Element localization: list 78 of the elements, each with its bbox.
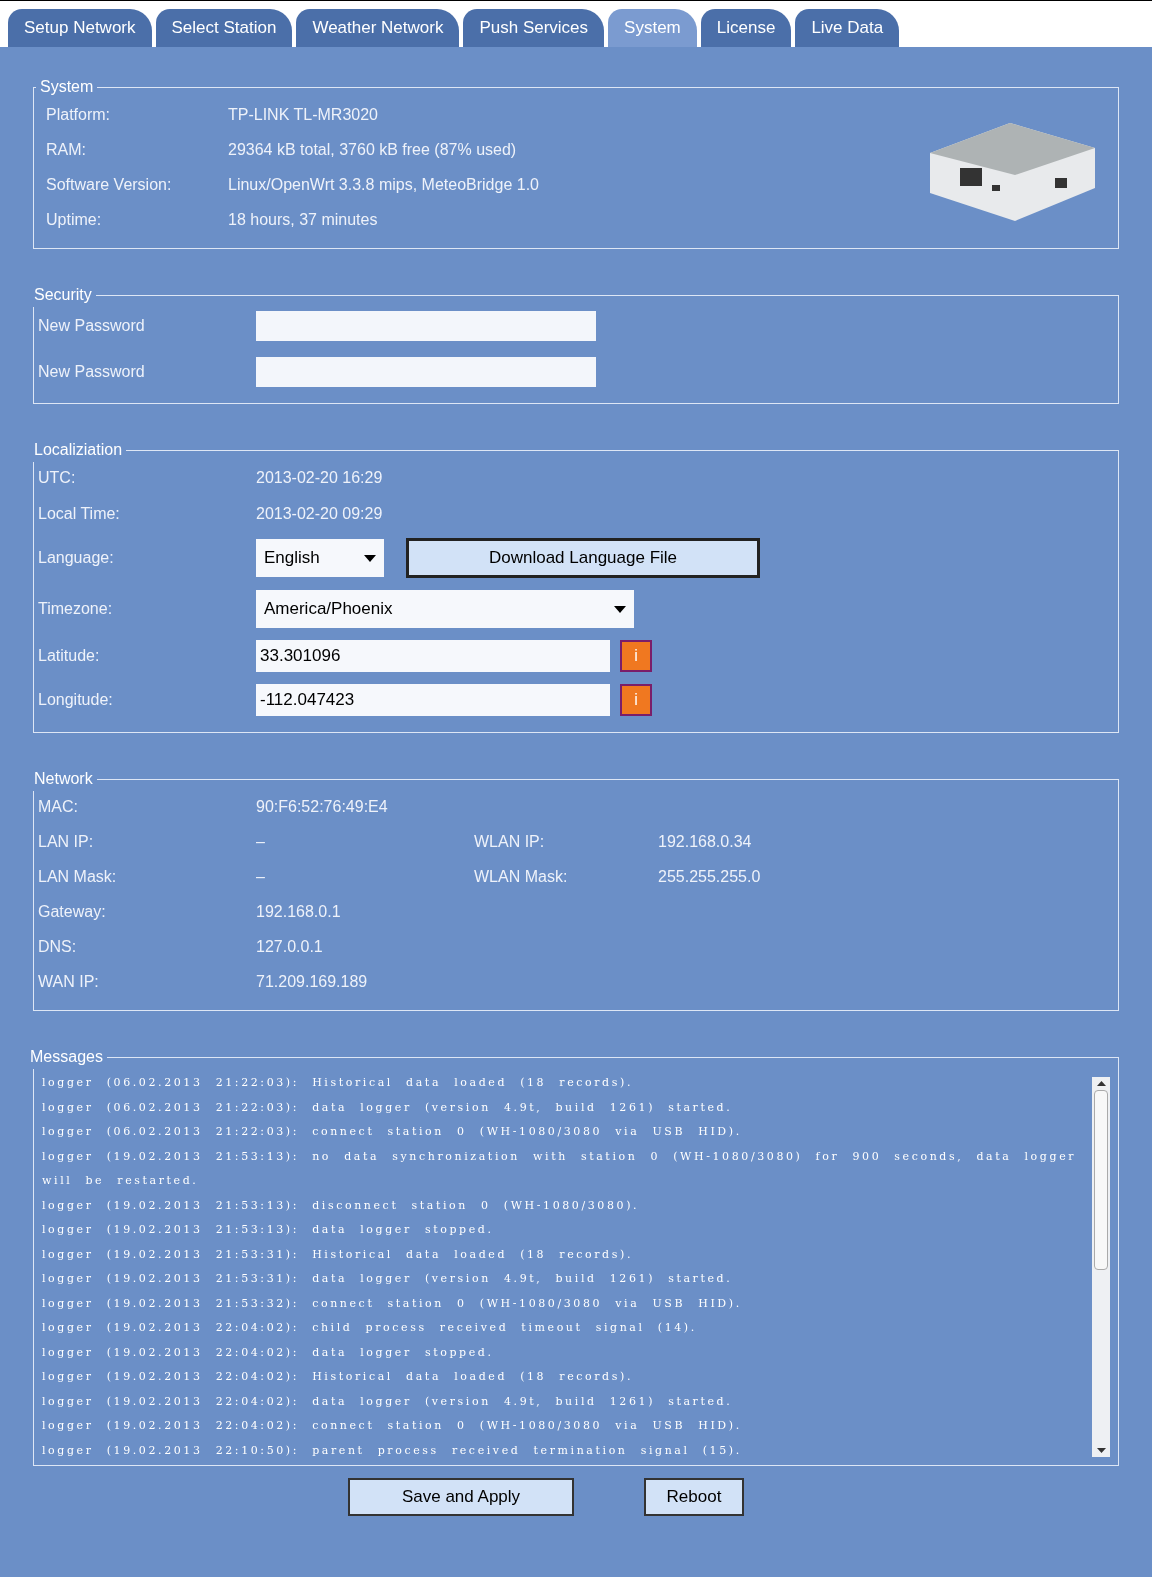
log-line: logger (06.02.2013 21:22:03): Historical data loaded (18 records). — [42, 1075, 634, 1091]
log-line: logger (19.02.2013 22:04:02): child process received timeout signal (14). — [42, 1320, 698, 1336]
log-line: logger (19.02.2013 22:04:02): data logger (version 4.9t, build 1261) started. — [42, 1393, 734, 1410]
field-label: Platform: — [46, 105, 111, 125]
field-value: 29364 kB total, 3760 kB free (87% used) — [228, 140, 517, 160]
action-button[interactable]: Reboot — [644, 1478, 744, 1516]
download-button[interactable]: Download Language File — [406, 538, 760, 578]
field-label: Timezone: — [38, 599, 114, 619]
field-label: New Password — [38, 362, 146, 382]
log-line: logger (19.02.2013 21:53:13): data logger stopped. — [42, 1222, 495, 1238]
field-label: Latitude: — [38, 646, 101, 666]
field-value: Linux/OpenWrt 3.3.8 mips, MeteoBridge 1.0 — [228, 175, 539, 195]
section-title: System — [39, 77, 95, 97]
log-line: logger (19.02.2013 22:10:50): parent process received termination signal (15). — [42, 1442, 743, 1459]
field-value: 192.168.0.1 — [256, 902, 341, 922]
tab[interactable]: Push Services — [463, 9, 605, 47]
language-select[interactable]: English — [256, 539, 384, 577]
field-label: New Password — [38, 316, 146, 336]
log-line: logger (19.02.2013 22:04:02): connect station 0 (WH-1080/3080 via USB HID). — [42, 1418, 743, 1434]
section-title: Localiziation — [33, 440, 124, 460]
field-label: MAC: — [38, 797, 79, 817]
field-label: Software Version: — [46, 175, 173, 195]
field-value: 2013-02-20 16:29 — [256, 468, 383, 488]
field-label: WAN IP: — [38, 972, 100, 992]
section-title: Security — [33, 285, 93, 305]
log-line: logger (19.02.2013 21:53:32): connect station 0 (WH-1080/3080 via USB HID). — [42, 1295, 743, 1312]
field-value: 2013-02-20 09:29 — [256, 504, 383, 524]
scroll-down-icon — [1096, 1448, 1106, 1453]
input-field[interactable]: -112.047423 — [256, 684, 610, 716]
field-value: TP-LINK TL-MR3020 — [228, 105, 378, 125]
field-label: DNS: — [38, 937, 78, 957]
field-value: – — [256, 867, 265, 887]
field-value: 90:F6:52:76:49:E4 — [256, 797, 388, 817]
field-label: RAM: — [46, 140, 87, 160]
section-title: Messages — [29, 1047, 104, 1067]
tab[interactable]: Weather Network — [296, 9, 460, 47]
scroll-thumb[interactable] — [1094, 1090, 1108, 1270]
field-label: WLAN IP: — [474, 832, 546, 852]
info-button[interactable]: i — [620, 684, 652, 716]
section-title: Network — [33, 769, 94, 789]
input-field[interactable]: 33.301096 — [256, 640, 610, 672]
caret-icon — [614, 605, 626, 613]
log-line: logger (19.02.2013 21:53:31): data logger (version 4.9t, build 1261) started. — [42, 1271, 734, 1287]
log-line: logger (19.02.2013 22:04:02): Historical data loaded (18 records). — [42, 1369, 634, 1385]
info-button[interactable]: i — [620, 640, 652, 672]
action-button[interactable]: Save and Apply — [348, 1478, 574, 1516]
field-label: LAN Mask: — [38, 867, 118, 887]
scrollbar[interactable] — [1092, 1077, 1110, 1457]
tab[interactable]: License — [700, 9, 792, 47]
tab[interactable]: System — [608, 9, 697, 47]
field-label: Longitude: — [38, 690, 114, 710]
tab[interactable]: Live Data — [795, 9, 900, 47]
log-line: logger (19.02.2013 21:53:13): no data synchronization with station 0 (WH-1080/3080) for 900 seconds, data logger will be restarted. — [42, 1148, 1078, 1189]
field-value: 71.209.169.189 — [256, 972, 368, 992]
field-label: LAN IP: — [38, 832, 95, 852]
password-field[interactable] — [256, 357, 596, 387]
field-label: UTC: — [38, 468, 77, 488]
field-label: Language: — [38, 548, 115, 568]
field-value: 18 hours, 37 minutes — [228, 210, 378, 230]
field-label: WLAN Mask: — [474, 867, 569, 887]
log-line: logger (19.02.2013 21:53:31): Historical data loaded (18 records). — [42, 1246, 634, 1263]
log-line: logger (06.02.2013 21:22:03): data logger (version 4.9t, build 1261) started. — [42, 1099, 734, 1116]
field-value: 127.0.0.1 — [256, 937, 323, 957]
password-field[interactable] — [256, 311, 596, 341]
tab[interactable]: Setup Network — [8, 9, 152, 47]
field-label: Gateway: — [38, 902, 107, 922]
caret-icon — [364, 554, 376, 562]
timezone-select[interactable]: America/Phoenix — [256, 590, 634, 628]
tab[interactable]: Select Station — [155, 9, 293, 47]
field-label: Local Time: — [38, 504, 121, 524]
field-value: 255.255.255.0 — [658, 867, 761, 887]
log-line: logger (06.02.2013 21:22:03): connect station 0 (WH-1080/3080 via USB HID). — [42, 1124, 743, 1140]
log-line: logger (19.02.2013 22:04:02): data logger stopped. — [42, 1344, 495, 1361]
field-value: 192.168.0.34 — [658, 832, 752, 852]
field-label: Uptime: — [46, 210, 103, 230]
log-line: logger (19.02.2013 21:53:13): disconnect station 0 (WH-1080/3080). — [42, 1197, 641, 1214]
field-value: – — [256, 832, 265, 852]
scroll-up-icon — [1096, 1081, 1106, 1086]
